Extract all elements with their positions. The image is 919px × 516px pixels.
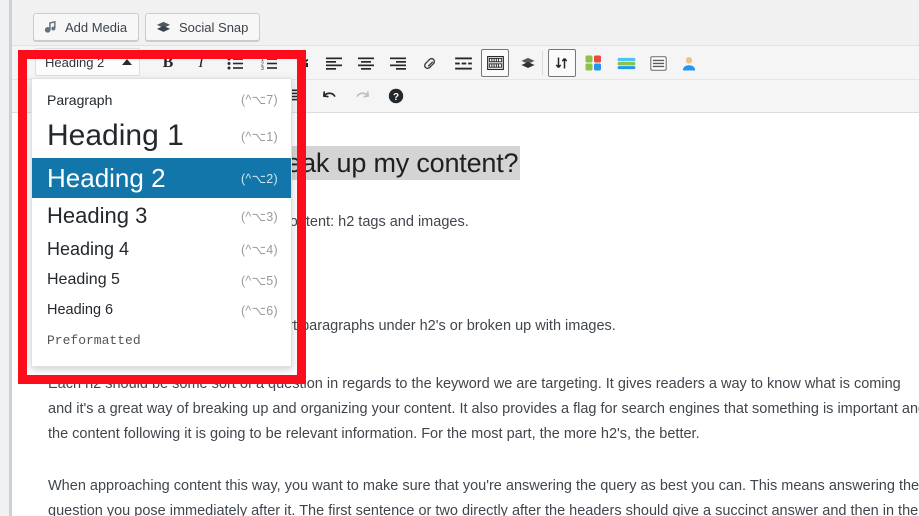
format-option-shortcut: (^⌥2) (240, 171, 278, 186)
social-snap-toolbar-button[interactable] (514, 49, 542, 77)
social-snap-button[interactable]: Social Snap (145, 13, 261, 41)
bulleted-list-icon (227, 56, 243, 70)
format-select[interactable]: Heading 2 (35, 48, 140, 76)
toolbar-separator (542, 51, 543, 75)
undo-button[interactable] (315, 82, 343, 110)
format-option-shortcut: (^⌥5) (240, 273, 278, 288)
format-option-heading-6[interactable]: Heading 6 (^⌥6) (32, 295, 291, 325)
editor-toolbar-row-1: Heading 2 B I 1 2 3 (12, 46, 919, 80)
svg-text:?: ? (393, 92, 399, 103)
format-option-shortcut: (^⌥7) (240, 93, 278, 107)
social-snap-icon (155, 20, 172, 35)
toolbar-toggle-icon (486, 56, 504, 70)
align-right-button[interactable] (384, 49, 412, 77)
format-option-paragraph[interactable]: Paragraph (^⌥7) (32, 85, 291, 114)
color-blocks-icon (585, 55, 603, 71)
align-center-button[interactable] (352, 49, 380, 77)
add-media-button[interactable]: Add Media (33, 13, 140, 41)
social-snap-label: Social Snap (179, 19, 249, 35)
insert-link-button[interactable] (416, 49, 444, 77)
align-right-icon (390, 57, 406, 70)
italic-button[interactable]: I (187, 49, 215, 77)
format-option-shortcut: (^⌥3) (240, 209, 278, 224)
add-media-icon (43, 20, 58, 35)
blockquote-button[interactable] (289, 49, 317, 77)
format-option-label: Heading 2 (47, 162, 166, 193)
undo-icon (321, 89, 338, 104)
format-option-heading-2[interactable]: Heading 2 (^⌥2) (32, 158, 291, 198)
media-toolbar: Add Media Social Snap (12, 0, 919, 46)
svg-text:3: 3 (261, 66, 264, 70)
format-option-label: Preformatted (47, 333, 141, 348)
bulleted-list-button[interactable] (221, 49, 249, 77)
align-left-icon (326, 57, 342, 70)
author-icon (681, 56, 697, 71)
caret-up-icon (122, 59, 132, 65)
table-of-contents-button[interactable] (548, 49, 576, 77)
format-option-preformatted[interactable]: Preformatted (32, 325, 291, 356)
format-option-heading-3[interactable]: Heading 3 (^⌥3) (32, 198, 291, 234)
format-option-label: Heading 6 (47, 302, 114, 318)
redo-icon (354, 89, 371, 104)
align-left-button[interactable] (320, 49, 348, 77)
social-snap-icon (519, 56, 537, 71)
format-option-shortcut: (^⌥6) (240, 303, 278, 318)
stacked-bars-icon (617, 56, 636, 71)
help-icon: ? (388, 88, 404, 104)
format-option-label: Heading 3 (47, 203, 148, 228)
format-option-label: Heading 4 (47, 239, 130, 259)
format-option-label: Heading 5 (47, 271, 120, 288)
redo-button[interactable] (348, 82, 376, 110)
content-block-button[interactable] (644, 49, 672, 77)
link-icon (422, 56, 439, 71)
color-blocks-button[interactable] (580, 49, 608, 77)
bold-button[interactable]: B (154, 49, 182, 77)
italic-icon: I (198, 54, 204, 71)
format-option-label: Heading 1 (47, 119, 184, 152)
format-option-label: Paragraph (47, 91, 113, 108)
document-paragraph-4: When approaching content this way, you w… (48, 478, 919, 516)
stacked-bars-button[interactable] (612, 49, 640, 77)
add-media-label: Add Media (65, 19, 128, 35)
editor-screen: Add Media Social Snap Heading 2 B I 1 2 … (0, 0, 919, 516)
format-option-shortcut: (^⌥4) (240, 243, 278, 257)
format-dropdown-menu[interactable]: Paragraph (^⌥7) Heading 1 (^⌥1) Heading … (31, 78, 292, 367)
format-option-heading-5[interactable]: Heading 5 (^⌥5) (32, 265, 291, 295)
format-select-value: Heading 2 (45, 54, 105, 70)
read-more-icon (454, 56, 472, 70)
align-center-icon (358, 57, 374, 70)
read-more-button[interactable] (449, 49, 477, 77)
toolbar-toggle-button[interactable] (481, 49, 509, 77)
numbered-list-button[interactable]: 1 2 3 (255, 49, 283, 77)
format-option-heading-4[interactable]: Heading 4 (^⌥4) (32, 234, 291, 265)
author-button[interactable] (675, 49, 703, 77)
document-paragraph-3: Each h2 should be some sort of a questio… (48, 376, 919, 442)
format-option-shortcut: (^⌥1) (240, 129, 278, 144)
numbered-list-icon: 1 2 3 (261, 56, 277, 70)
updown-arrows-icon (554, 56, 570, 70)
content-block-icon (649, 55, 667, 71)
keyboard-help-button[interactable]: ? (382, 82, 410, 110)
bold-icon: B (162, 54, 174, 71)
left-gutter (0, 0, 12, 516)
format-option-heading-1[interactable]: Heading 1 (^⌥1) (32, 114, 291, 158)
blockquote-icon (295, 56, 311, 70)
